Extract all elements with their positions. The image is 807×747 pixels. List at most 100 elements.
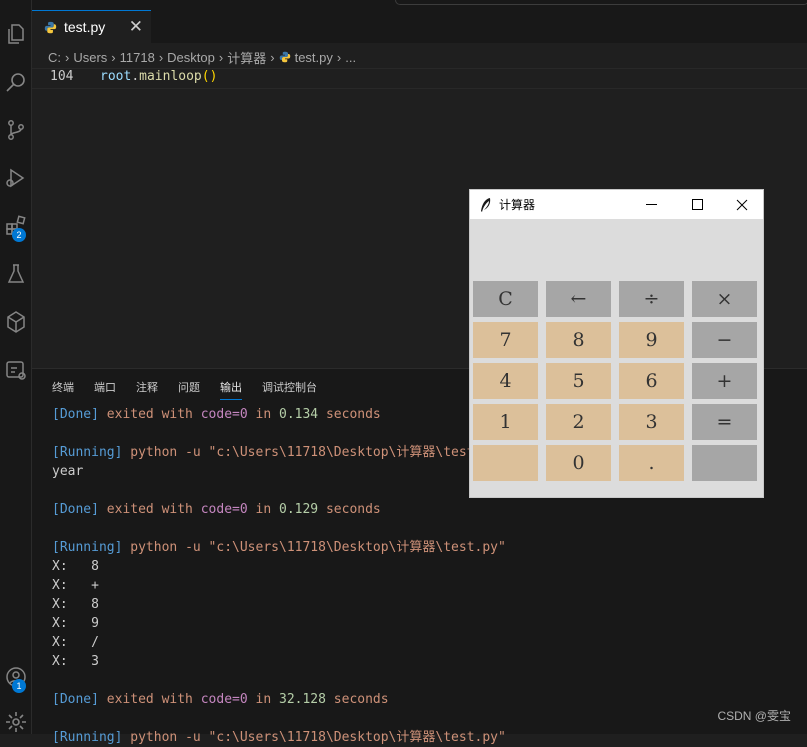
tab-ports[interactable]: 端口: [94, 379, 116, 400]
tk-feather-icon: [481, 197, 491, 212]
output-line: X: 8: [52, 557, 506, 576]
code-line[interactable]: root.mainloop(): [100, 69, 217, 84]
calc-key[interactable]: +: [692, 363, 757, 399]
output-token: X: /: [52, 635, 99, 650]
tab-debug-console[interactable]: 调试控制台: [262, 379, 317, 400]
calculator-title: 计算器: [499, 198, 536, 212]
calc-key[interactable]: ×: [692, 281, 757, 317]
remote-explorer-icon[interactable]: [0, 302, 31, 342]
breadcrumb-item[interactable]: Desktop: [167, 50, 215, 65]
calc-key[interactable]: 2: [546, 404, 611, 440]
calculator-titlebar[interactable]: 计算器: [470, 190, 763, 219]
close-button[interactable]: [719, 190, 765, 219]
minimize-button[interactable]: [628, 190, 674, 219]
maximize-icon: [691, 199, 703, 210]
breadcrumb-item[interactable]: C:: [48, 50, 61, 65]
output-token: X: 8: [52, 597, 99, 612]
calc-key[interactable]: 7: [473, 322, 538, 358]
output-token: code=0: [200, 692, 248, 707]
breadcrumb-item[interactable]: 计算器: [227, 48, 266, 67]
output-line: X: 3: [52, 652, 506, 671]
output-line: [Running] python -u "c:\Users\11718\Desk…: [52, 538, 506, 557]
calc-key[interactable]: [692, 445, 757, 481]
calc-key[interactable]: 4: [473, 363, 538, 399]
output-token: seconds: [318, 407, 381, 422]
tab-comments[interactable]: 注释: [136, 379, 158, 400]
chevron-right-icon: ›: [111, 49, 116, 65]
output-token: python -u "c:\Users\11718\Desktop\计算器\te…: [122, 540, 506, 555]
accounts-badge: 1: [12, 679, 26, 693]
docker-icon[interactable]: [0, 350, 31, 390]
output-token: in: [247, 502, 279, 517]
output-token: X: 8: [52, 559, 99, 574]
output-token: seconds: [318, 502, 381, 517]
breadcrumb-item[interactable]: 11718: [120, 50, 155, 65]
command-center[interactable]: [395, 0, 807, 5]
output-token: [Done]: [52, 407, 99, 422]
calc-key[interactable]: [473, 445, 538, 481]
close-icon: [736, 199, 748, 210]
tab-output[interactable]: 输出: [220, 379, 242, 400]
calc-key[interactable]: 3: [619, 404, 684, 440]
calc-key[interactable]: 6: [619, 363, 684, 399]
output-token: X: 9: [52, 616, 99, 631]
calc-key[interactable]: C: [473, 281, 538, 317]
calculator-window[interactable]: 计算器 C ← ÷ × 7 8 9− 4 5 6 +1 2 3 = 0.: [469, 189, 764, 498]
output-token: seconds: [325, 692, 389, 707]
calc-key[interactable]: 5: [546, 363, 611, 399]
calc-key[interactable]: ←: [546, 281, 611, 317]
testing-icon[interactable]: [0, 254, 31, 294]
calc-key[interactable]: ÷: [619, 281, 684, 317]
activity-bar: 2 1: [0, 0, 32, 734]
output-line: X: 8: [52, 595, 506, 614]
calc-key[interactable]: .: [619, 445, 684, 481]
output-token: in: [247, 692, 279, 707]
minimize-icon: [645, 204, 657, 205]
accounts-icon[interactable]: 1: [0, 657, 31, 697]
extensions-icon[interactable]: 2: [0, 206, 31, 246]
output-line: [Running] python -u "c:\Users\11718\Desk…: [52, 728, 506, 747]
calc-key[interactable]: 8: [546, 322, 611, 358]
breadcrumb-item[interactable]: test.py: [295, 50, 333, 65]
line-number: 104: [50, 69, 74, 84]
tab-problems[interactable]: 问题: [178, 379, 200, 400]
output-line: X: +: [52, 576, 506, 595]
tab-close-icon[interactable]: ✕: [129, 17, 143, 37]
output-line: [Done] exited with code=0 in 0.134 secon…: [52, 405, 506, 424]
breadcrumb-item[interactable]: Users: [73, 50, 107, 65]
chevron-right-icon: ›: [336, 49, 342, 65]
output-line: [Done] exited with code=0 in 0.129 secon…: [52, 500, 506, 519]
calc-key[interactable]: 9: [619, 322, 684, 358]
extensions-badge: 2: [12, 228, 26, 242]
chevron-right-icon: ›: [65, 49, 70, 65]
explorer-icon[interactable]: [0, 14, 31, 54]
calc-key[interactable]: 0: [546, 445, 611, 481]
calc-key[interactable]: 1: [473, 404, 538, 440]
code-token: (): [201, 69, 218, 84]
watermark: CSDN @雯宝: [717, 709, 791, 723]
chevron-right-icon: ›: [158, 49, 164, 65]
source-control-icon[interactable]: [0, 110, 31, 150]
search-icon[interactable]: [0, 62, 31, 102]
manage-gear-icon[interactable]: [0, 702, 31, 742]
tab-terminal[interactable]: 终端: [52, 379, 74, 400]
output-token: exited with: [98, 407, 201, 422]
calc-key[interactable]: =: [692, 404, 757, 440]
run-debug-icon[interactable]: [0, 158, 31, 198]
output-line: year: [52, 462, 506, 481]
maximize-button[interactable]: [674, 190, 720, 219]
tab-test-py[interactable]: test.py ✕: [32, 10, 151, 43]
output-token: in: [247, 407, 279, 422]
output-token: python -u "c:\Users\11718\Desktop\计算器\te…: [122, 445, 506, 460]
output-token: python -u "c:\Users\11718\Desktop\计算器\te…: [122, 730, 506, 745]
breadcrumb-item[interactable]: ...: [345, 50, 356, 65]
output-log[interactable]: [Done] exited with code=0 in 0.134 secon…: [52, 405, 506, 747]
output-token: 0.134: [279, 407, 319, 422]
output-token: exited with: [98, 502, 201, 517]
code-token: root: [100, 69, 132, 84]
code-token: mainloop: [139, 69, 202, 84]
calc-key[interactable]: −: [692, 322, 757, 358]
code-token: .: [131, 69, 140, 84]
output-token: [Done]: [52, 692, 99, 707]
